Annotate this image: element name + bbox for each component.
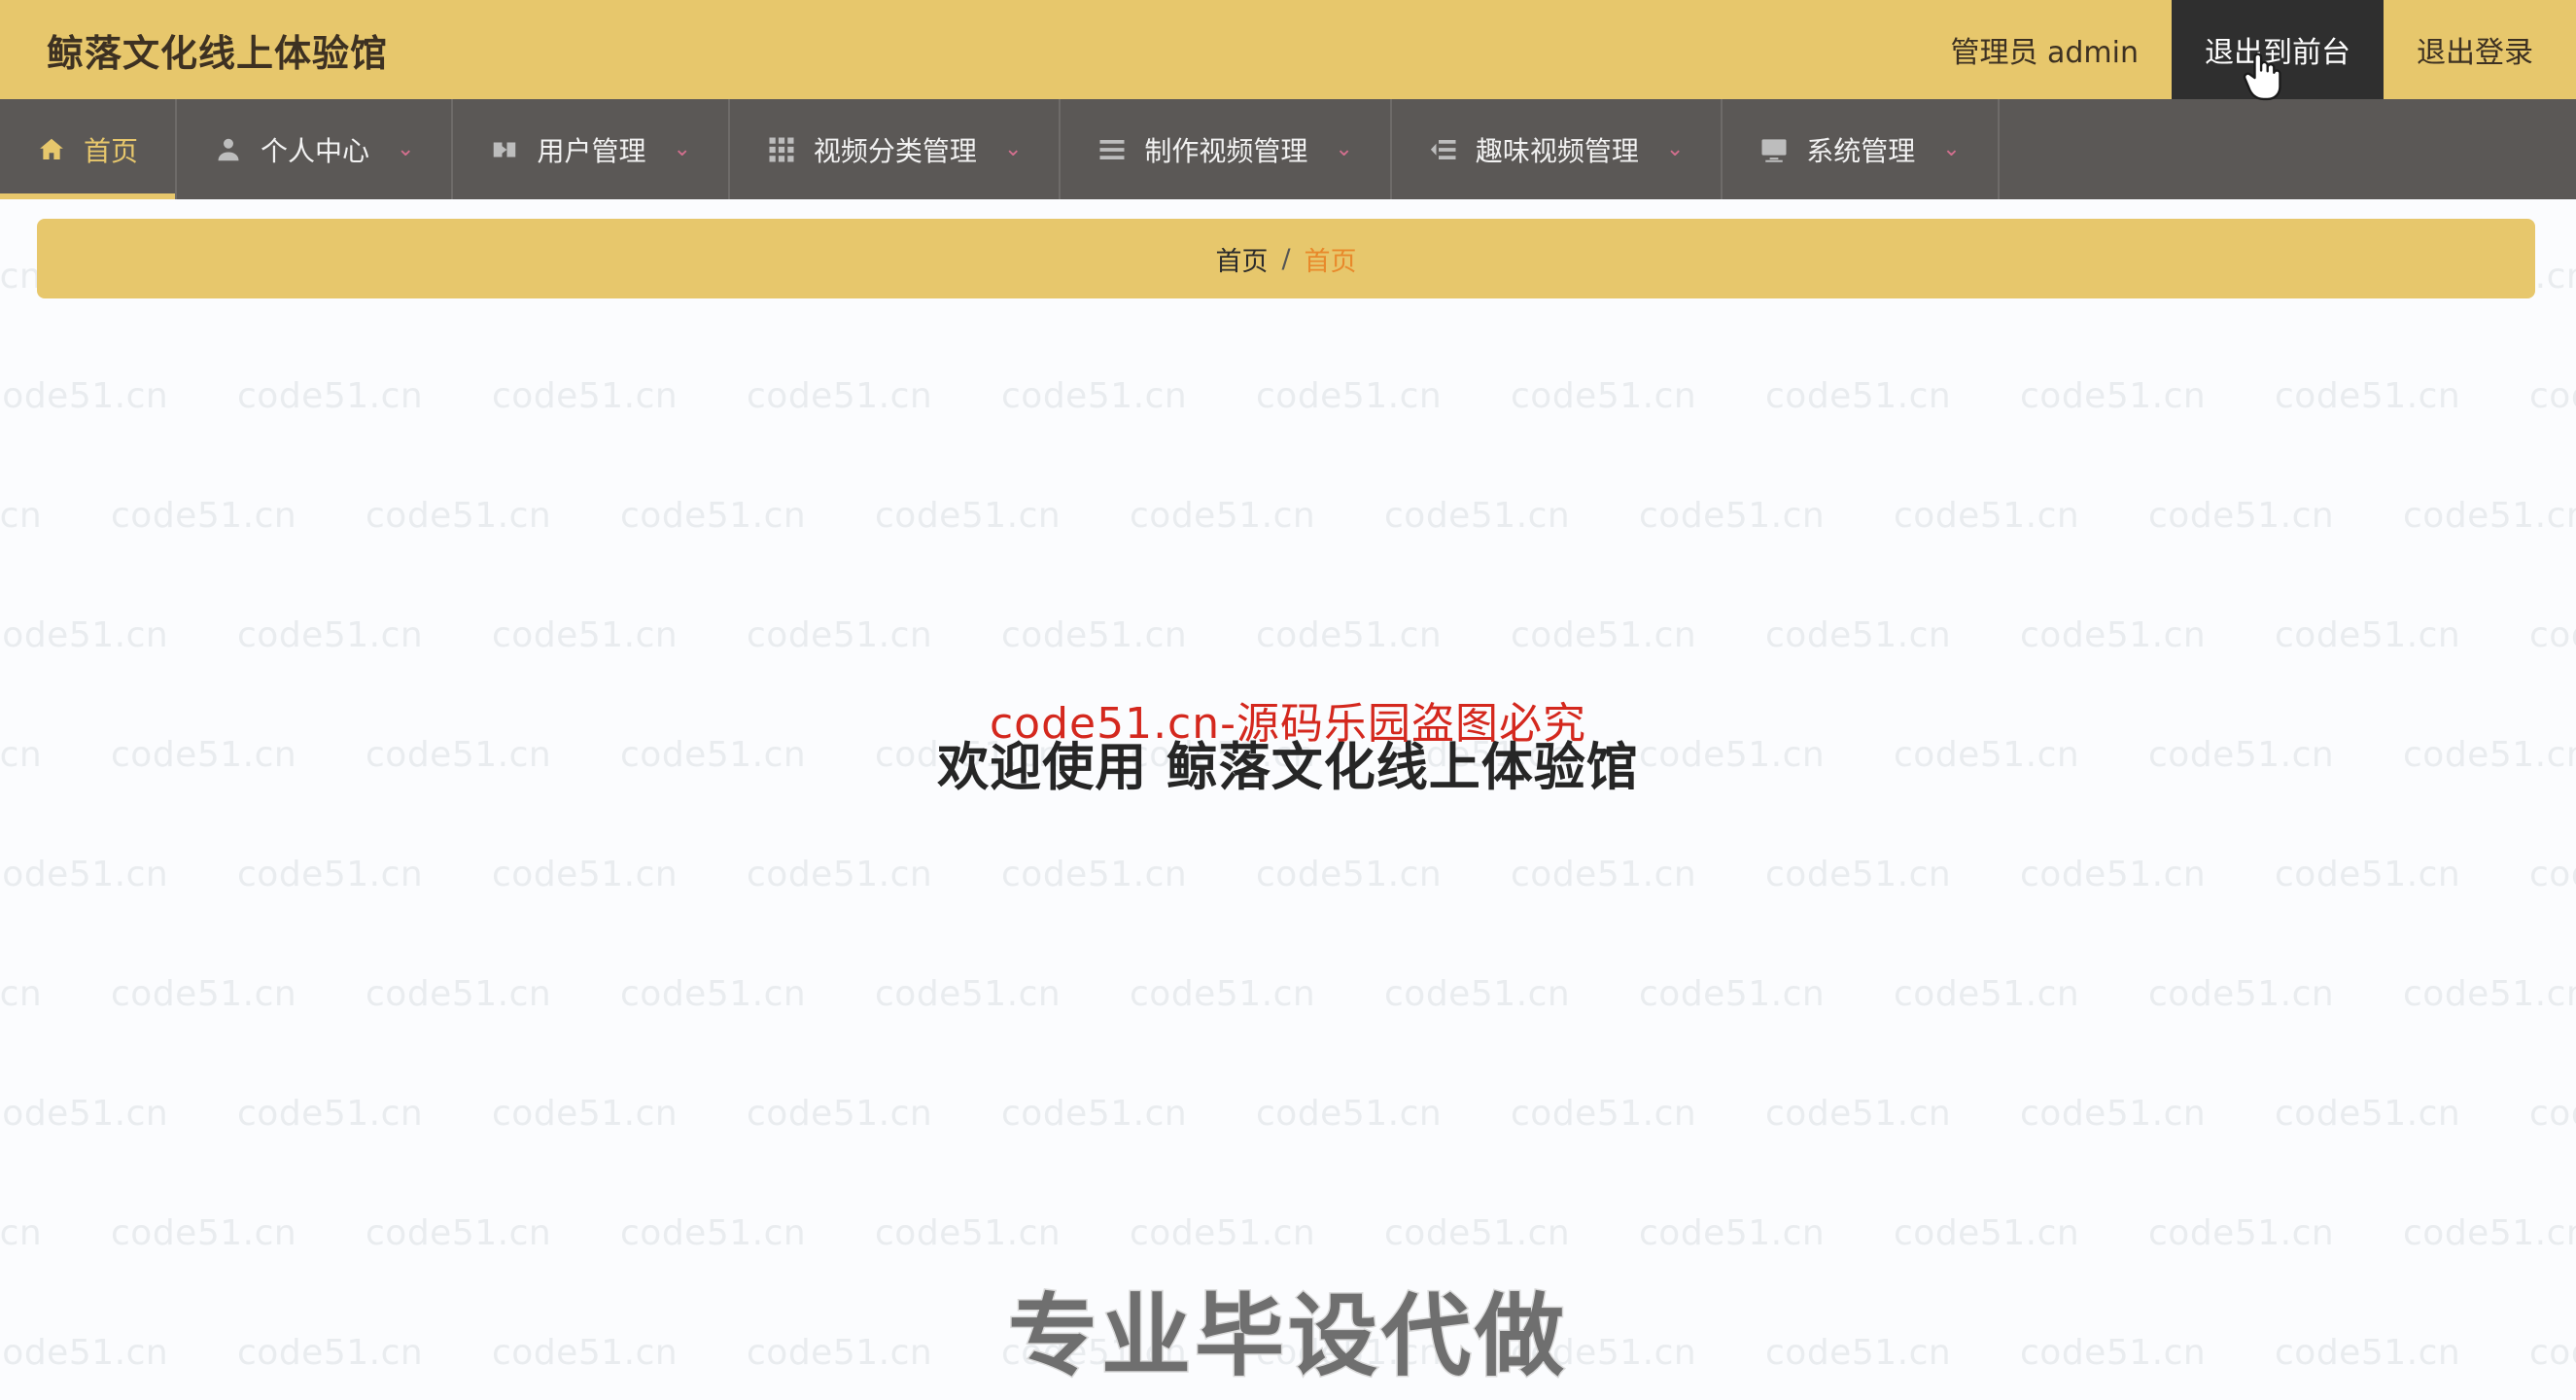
main-navigation-bar: 首页 个人中心 ⌄ 用户管理 ⌄ 视频分类管理 ⌄ 制作视频管理 ⌄ 趣味视频管理 ⌄ 系统管理 ⌄ (0, 99, 2576, 199)
nav-item-label: 个人中心 (261, 134, 370, 167)
breadcrumb-separator: / (1281, 243, 1291, 274)
top-header-bar: 鲸落文化线上体验馆 管理员 admin 退出到前台 退出登录 (0, 0, 2576, 99)
current-user-label: 管理员 admin (1950, 36, 2139, 70)
nav-item-label: 视频分类管理 (813, 134, 977, 167)
user-icon (214, 135, 243, 164)
list-icon (1097, 135, 1127, 164)
nav-item-3[interactable]: 用户管理 ⌄ (453, 99, 730, 199)
menu-fold-icon (1429, 135, 1458, 164)
nav-item-6[interactable]: 趣味视频管理 ⌄ (1392, 99, 1723, 199)
home-icon (37, 135, 66, 164)
welcome-heading-wrap: 欢迎使用 鲸落文化线上体验馆 (0, 726, 2576, 800)
chevron-down-icon: ⌄ (1003, 136, 1023, 161)
brand-title: 鲸落文化线上体验馆 (47, 31, 389, 75)
header-actions: 管理员 admin 退出到前台 退出登录 (1917, 0, 2576, 99)
logout-button[interactable]: 退出登录 (2384, 0, 2576, 99)
nav-item-label: 系统管理 (1806, 134, 1916, 167)
chevron-down-icon: ⌄ (1665, 136, 1685, 161)
chevron-down-icon: ⌄ (1942, 136, 1961, 161)
chevron-down-icon: ⌄ (673, 136, 691, 161)
breadcrumb-root[interactable]: 首页 (1215, 240, 1268, 278)
chevron-down-icon: ⌄ (397, 136, 415, 161)
main-content-area: 欢迎使用 鲸落文化线上体验馆 (0, 298, 2576, 1400)
nav-item-label: 用户管理 (537, 134, 646, 167)
exit-to-frontend-button[interactable]: 退出到前台 (2172, 0, 2384, 99)
desktop-icon (1759, 135, 1789, 164)
nav-item-label: 趣味视频管理 (1475, 134, 1639, 167)
nav-item-label: 首页 (84, 134, 139, 167)
admin-dashboard-page: code51.cncode51.cncode51.cncode51.cncode… (0, 0, 2576, 1400)
breadcrumb: 首页 / 首页 (37, 219, 2535, 298)
nav-item-5[interactable]: 制作视频管理 ⌄ (1061, 99, 1392, 199)
nav-item-2[interactable]: 个人中心 ⌄ (177, 99, 454, 199)
nav-item-4[interactable]: 视频分类管理 ⌄ (730, 99, 1062, 199)
breadcrumb-current: 首页 (1304, 246, 1357, 277)
welcome-heading: 欢迎使用 鲸落文化线上体验馆 (937, 738, 1639, 797)
chevron-down-icon: ⌄ (1335, 136, 1353, 161)
nav-item-1[interactable]: 首页 (0, 99, 178, 199)
nav-item-7[interactable]: 系统管理 ⌄ (1723, 99, 2000, 199)
grid-icon (767, 135, 796, 164)
nav-item-label: 制作视频管理 (1144, 134, 1308, 167)
team-icon (490, 135, 519, 164)
